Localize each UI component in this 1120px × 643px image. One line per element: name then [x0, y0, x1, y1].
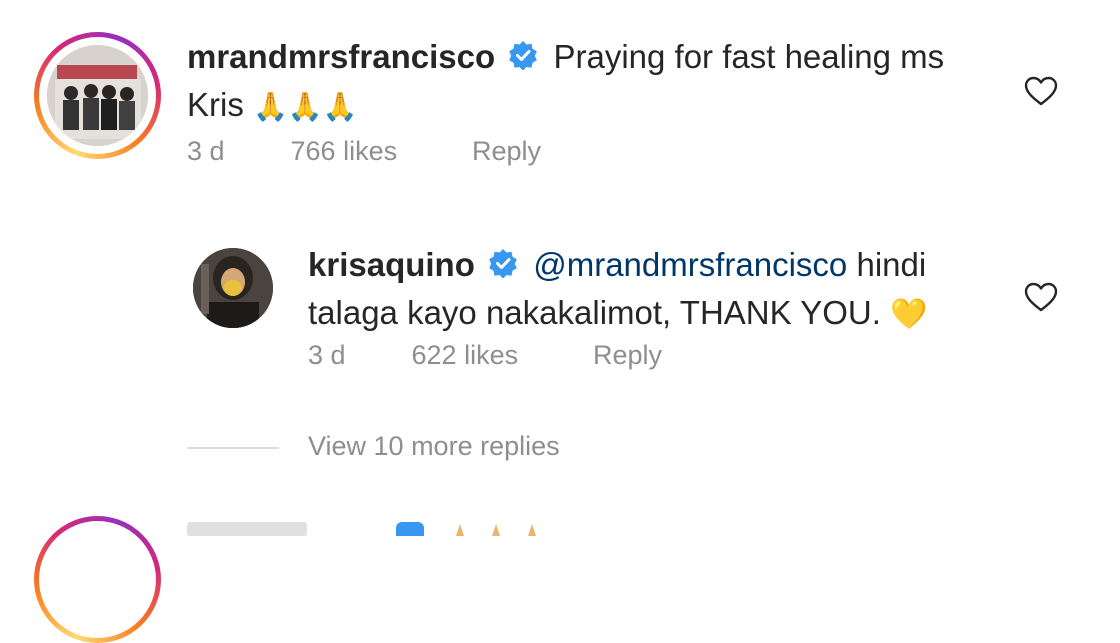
mention-link[interactable]: @mrandmrsfrancisco [533, 246, 847, 283]
view-replies-divider [187, 447, 279, 449]
verified-badge-icon [488, 244, 518, 290]
view-more-replies-button[interactable]: View 10 more replies [308, 431, 560, 462]
reply-body: krisaquino @mrandmrsfrancisco hindi tala… [308, 242, 988, 338]
heart-outline-icon[interactable] [1024, 282, 1058, 312]
praying-hands-emoji: 🙏🙏🙏 [253, 91, 358, 123]
reply-avatar[interactable] [193, 248, 273, 328]
comment-username[interactable]: mrandmrsfrancisco [187, 38, 495, 75]
comment-likes[interactable]: 766 likes [291, 136, 465, 167]
comment-body: mrandmrsfrancisco Praying for fast heali… [187, 34, 987, 130]
comment-meta: 3 d 766 likes Reply [187, 136, 541, 167]
avatar-story-ring[interactable] [34, 32, 161, 159]
avatar [47, 45, 148, 146]
verified-badge-icon [508, 36, 538, 82]
reply-meta: 3 d 622 likes Reply [308, 340, 662, 371]
reply-button[interactable]: Reply [472, 136, 541, 167]
comment-timestamp[interactable]: 3 d [187, 136, 283, 167]
next-avatar-story-ring[interactable] [34, 516, 161, 643]
reply-timestamp[interactable]: 3 d [308, 340, 404, 371]
reply-username[interactable]: krisaquino [308, 246, 475, 283]
yellow-heart-emoji: 💛 [890, 298, 928, 332]
reply-reply-button[interactable]: Reply [593, 340, 662, 371]
heart-outline-icon[interactable] [1024, 76, 1058, 106]
reply-likes[interactable]: 622 likes [412, 340, 586, 371]
